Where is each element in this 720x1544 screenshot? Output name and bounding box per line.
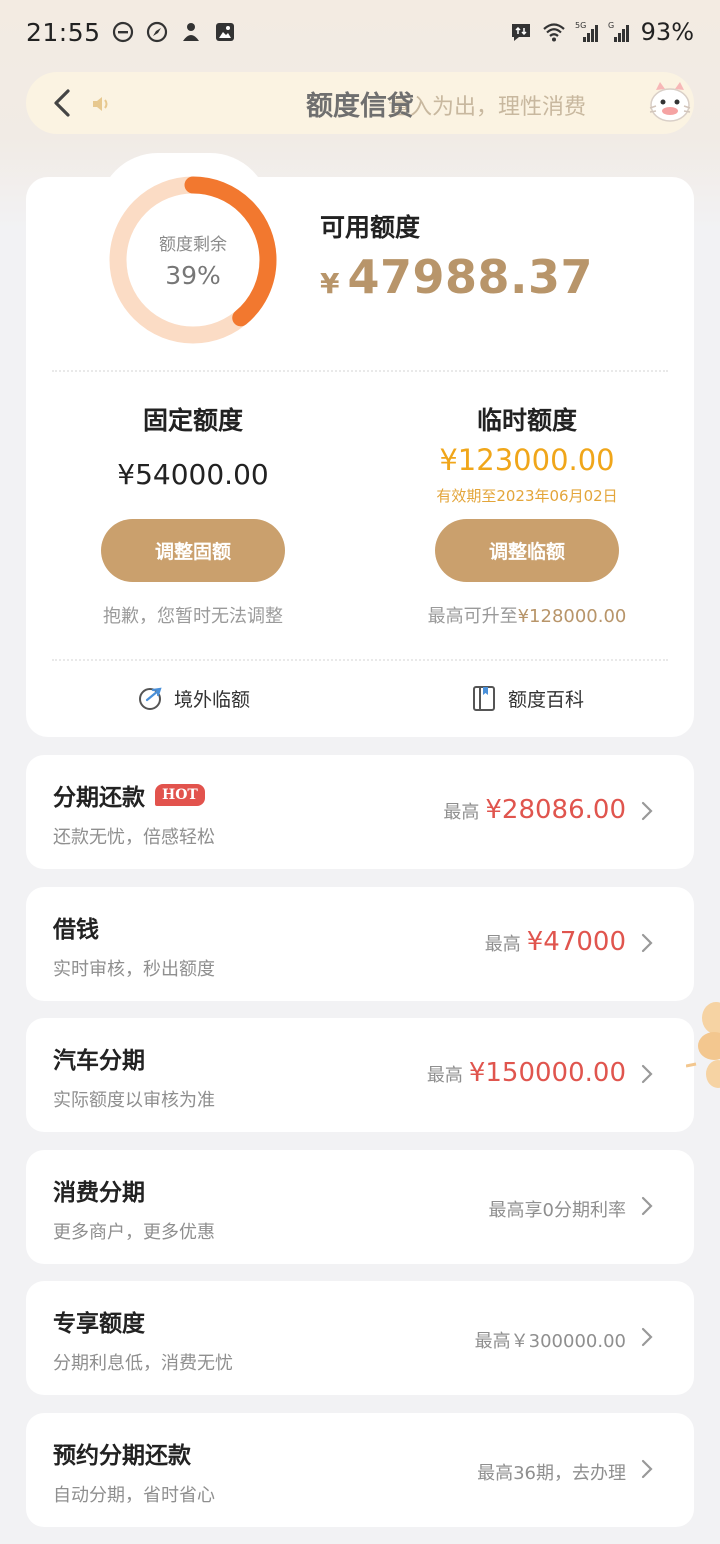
product-subtitle: 更多商户，更多优惠 <box>53 1222 215 1243</box>
product-title: 专享额度 <box>53 1311 145 1337</box>
product-note: 最高享0分期利率 <box>488 1200 626 1221</box>
product-note: 最高36期，去办理 <box>477 1463 626 1484</box>
product-subtitle: 还款无忧，倍感轻松 <box>53 827 215 848</box>
product-subtitle: 实时审核，秒出额度 <box>53 959 215 980</box>
product-card-exclusive-quota[interactable]: 专享额度 分期利息低，消费无忧 最高￥300000.00 <box>26 1281 694 1395</box>
hot-badge: HOT <box>155 784 205 806</box>
fixed-quota-amount: ¥54000.00 <box>117 458 269 491</box>
product-max-prefix: 最高 <box>443 802 480 823</box>
product-card-installment-repay[interactable]: 分期还款 HOT 还款无忧，倍感轻松 最高 ¥28086.00 <box>26 755 694 869</box>
quota-wiki-link[interactable]: 额度百科 <box>470 684 584 712</box>
mascot-icon[interactable] <box>646 78 694 128</box>
message-icon <box>511 24 530 41</box>
product-max-prefix: 最高 <box>426 1065 463 1086</box>
floating-coin-decoration[interactable] <box>686 998 720 1094</box>
ring-label: 额度剩余 <box>159 235 227 255</box>
signal-5g-icon: 5G <box>575 21 598 42</box>
compass-icon <box>146 21 167 43</box>
divider <box>52 659 668 661</box>
app-icon <box>182 23 199 41</box>
chevron-right-icon <box>641 1196 653 1216</box>
temp-quota-note: 最高可升至¥128000.00 <box>360 602 694 628</box>
chevron-right-icon <box>641 1327 653 1347</box>
product-title: 借钱 <box>53 917 99 943</box>
divider <box>52 370 668 372</box>
signal-g-icon: G <box>608 21 629 42</box>
temp-quota-expiry: 有效期至2023年06月02日 <box>436 487 618 505</box>
svg-text:G: G <box>608 21 614 30</box>
plane-globe-icon <box>139 687 162 710</box>
adjust-fixed-button[interactable]: 调整固额 <box>101 519 285 582</box>
currency-symbol: ¥ <box>320 267 340 300</box>
product-max: 最高 ¥150000.00 <box>427 1058 626 1088</box>
svg-text:5G: 5G <box>575 21 586 30</box>
temp-quota-title: 临时额度 <box>476 406 577 435</box>
product-card-car-installment[interactable]: 汽车分期 实际额度以审核为准 最高 ¥150000.00 <box>26 1018 694 1132</box>
product-title: 汽车分期 <box>53 1048 145 1074</box>
product-max: 最高 ¥47000 <box>485 927 626 957</box>
wifi-icon <box>542 23 565 42</box>
status-bar: 21:55 5G G 93% <box>0 0 720 64</box>
quota-wiki-label: 额度百科 <box>508 688 585 711</box>
product-max-value: ¥47000 <box>526 927 626 957</box>
product-subtitle: 实际额度以审核为准 <box>53 1090 215 1111</box>
page-title: 额度信贷 <box>306 91 414 122</box>
product-subtitle: 分期利息低，消费无忧 <box>53 1353 233 1374</box>
product-card-consumer-installment[interactable]: 消费分期 更多商户，更多优惠 最高享0分期利率 <box>26 1150 694 1264</box>
product-card-scheduled-installment[interactable]: 预约分期还款 自动分期，省时省心 最高36期，去办理 <box>26 1413 694 1527</box>
available-quota-amount: ¥ 47988.37 <box>320 250 593 304</box>
product-title: 消费分期 <box>53 1180 145 1206</box>
product-max-value: ¥28086.00 <box>485 795 626 825</box>
available-amount-value: 47988.37 <box>347 250 594 304</box>
chevron-right-icon <box>641 933 653 953</box>
fixed-quota-column: 固定额度 ¥54000.00 调整固额 抱歉，您暂时无法调整 <box>26 0 360 627</box>
product-note: 最高￥300000.00 <box>474 1331 626 1352</box>
product-max-value: ¥150000.00 <box>468 1058 626 1088</box>
adjust-temp-button[interactable]: 调整临额 <box>435 519 619 582</box>
ring-percent: 39% <box>165 261 221 290</box>
available-quota-label: 可用额度 <box>320 213 421 242</box>
chevron-right-icon <box>641 1459 653 1479</box>
overseas-quota-link[interactable]: 境外临额 <box>136 684 250 712</box>
product-max-prefix: 最高 <box>484 934 521 955</box>
chevron-right-icon <box>641 801 653 821</box>
image-icon <box>215 23 234 41</box>
status-time: 21:55 <box>26 17 101 47</box>
product-title: 分期还款 HOT <box>53 778 205 812</box>
product-max: 最高 ¥28086.00 <box>443 795 626 825</box>
temp-note-prefix: 最高可升至 <box>427 606 518 627</box>
do-not-disturb-icon <box>112 21 133 43</box>
chevron-right-icon <box>641 1064 653 1084</box>
book-icon <box>473 686 495 711</box>
product-title: 预约分期还款 <box>53 1443 191 1469</box>
battery-level: 93% <box>640 18 694 46</box>
fixed-quota-title: 固定额度 <box>142 406 243 435</box>
product-card-borrow[interactable]: 借钱 实时审核，秒出额度 最高 ¥47000 <box>26 887 694 1001</box>
nav-bar: 量入为出，理性消费 额度信贷 <box>26 72 694 134</box>
ring-chart <box>109 176 277 344</box>
temp-note-value: ¥128000.00 <box>517 606 627 627</box>
fixed-quota-note: 抱歉，您暂时无法调整 <box>103 606 283 627</box>
product-title-text: 分期还款 <box>53 785 145 811</box>
temp-quota-column: 临时额度 ¥123000.00 有效期至2023年06月02日 调整临额 最高可… <box>360 0 694 627</box>
overseas-quota-label: 境外临额 <box>174 688 251 711</box>
product-subtitle: 自动分期，省时省心 <box>53 1485 215 1506</box>
remaining-quota-ring: 额度剩余 39% <box>109 176 277 344</box>
temp-quota-amount: ¥123000.00 <box>439 443 615 477</box>
